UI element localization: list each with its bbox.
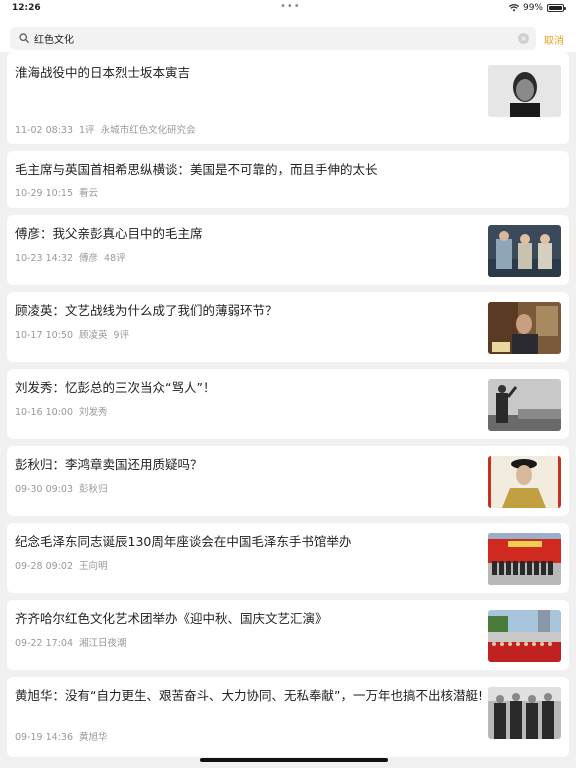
battery-fill [549,6,562,10]
search-icon [19,33,29,43]
article-title: 彭秋归：李鸿章卖国还用质疑吗？ [15,457,203,472]
article-date: 10-16 10:00 [15,407,74,418]
article-thumbnail [488,379,561,431]
search-input[interactable] [34,29,504,48]
cancel-button[interactable]: 取消 [544,32,564,47]
article-source: 彭秋归 [79,484,108,495]
article-date: 10-17 10:50 [15,330,74,341]
multitasking-dots-icon[interactable]: ••• [280,2,301,12]
article-thumbnail [488,456,561,508]
article-date: 11-02 08:33 [15,125,74,136]
article-thumbnail [488,65,561,117]
article-meta: 10-17 10:50 顾凌英 9评 [15,327,135,341]
article-thumbnail [488,225,561,277]
article-source: 刘发秀 [79,407,108,418]
article-meta: 09-19 14:36 黄旭华 [15,729,114,743]
article-meta: 10-16 10:00 刘发秀 [15,404,114,418]
article-card[interactable]: 齐齐哈尔红色文化艺术团举办《迎中秋、国庆文艺汇演》 09-22 17:04 湘江日… [7,600,569,670]
article-meta: 09-22 17:04 湘江日夜潮 [15,635,133,649]
article-thumbnail [488,302,561,354]
article-title: 黄旭华：没有“自力更生、艰苦奋斗、大力协同、无私奉献”，一万年也搞不出核潜艇! [15,688,483,703]
article-date: 09-30 09:03 [15,484,74,495]
article-source: 湘江日夜潮 [79,638,127,649]
article-card[interactable]: 傅彦：我父亲彭真心目中的毛主席 10-23 14:32 傅彦 48评 [7,215,569,285]
article-card[interactable]: 黄旭华：没有“自力更生、艰苦奋斗、大力协同、无私奉献”，一万年也搞不出核潜艇! … [7,677,569,757]
article-title: 顾凌英：文艺战线为什么成了我们的薄弱环节？ [15,303,278,318]
article-title: 毛主席与英国首相希思纵横谈：美国是不可靠的，而且手伸的太长 [15,162,378,177]
article-source: 王向明 [79,561,108,572]
article-title: 刘发秀：忆彭总的三次当众“骂人”！ [15,380,216,395]
article-date: 10-23 14:32 [15,253,74,264]
article-source: 黄旭华 [79,732,108,743]
home-indicator[interactable] [200,758,388,762]
article-date: 09-22 17:04 [15,638,74,649]
battery-percent: 99% [522,3,543,13]
article-source: 永城市红色文化研究会 [100,125,196,136]
search-bar: × 取消 [0,18,576,52]
article-meta: 09-30 09:03 彭秋归 [15,481,114,495]
article-title: 齐齐哈尔红色文化艺术团举办《迎中秋、国庆文艺汇演》 [15,611,328,626]
article-meta: 09-28 09:02 王向明 [15,558,114,572]
article-title: 纪念毛泽东同志诞辰130周年座谈会在中国毛泽东手书馆举办 [15,534,352,549]
article-date: 10-29 10:15 [15,188,74,199]
article-thumbnail [488,687,561,739]
article-comments: 1评 [79,125,95,136]
article-card[interactable]: 顾凌英：文艺战线为什么成了我们的薄弱环节？ 10-17 10:50 顾凌英 9评 [7,292,569,362]
article-title: 淮海战役中的日本烈士坂本寅吉 [15,65,191,80]
article-date: 09-19 14:36 [15,732,74,743]
status-bar: 12:26 ••• 99% [0,0,576,18]
article-card[interactable]: 彭秋归：李鸿章卖国还用质疑吗？ 09-30 09:03 彭秋归 [7,446,569,516]
article-date: 09-28 09:02 [15,561,74,572]
wifi-icon [508,4,519,12]
article-card[interactable]: 淮海战役中的日本烈士坂本寅吉 11-02 08:33 1评 永城市红色文化研究会 [7,52,569,144]
battery-icon [547,4,566,12]
article-source: 顾凌英 [79,330,108,341]
article-thumbnail [488,610,561,662]
article-source: 看云 [79,188,99,199]
article-source: 傅彦 [79,253,99,264]
article-card[interactable]: 毛主席与英国首相希思纵横谈：美国是不可靠的，而且手伸的太长 10-29 10:1… [7,151,569,208]
status-time: 12:26 [12,3,41,13]
status-indicators: 99% [508,3,566,13]
article-comments: 9评 [113,330,130,341]
article-comments: 48评 [104,253,126,264]
article-meta: 10-23 14:32 傅彦 48评 [15,250,132,264]
article-card[interactable]: 纪念毛泽东同志诞辰130周年座谈会在中国毛泽东手书馆举办 09-28 09:02… [7,523,569,593]
clear-search-icon[interactable]: × [518,33,529,44]
article-meta: 10-29 10:15 看云 [15,185,104,199]
article-meta: 11-02 08:33 1评 永城市红色文化研究会 [15,122,202,136]
article-card[interactable]: 刘发秀：忆彭总的三次当众“骂人”！ 10-16 10:00 刘发秀 [7,369,569,439]
article-title: 傅彦：我父亲彭真心目中的毛主席 [15,226,203,241]
article-thumbnail [488,533,561,585]
search-box[interactable]: × [10,27,536,50]
